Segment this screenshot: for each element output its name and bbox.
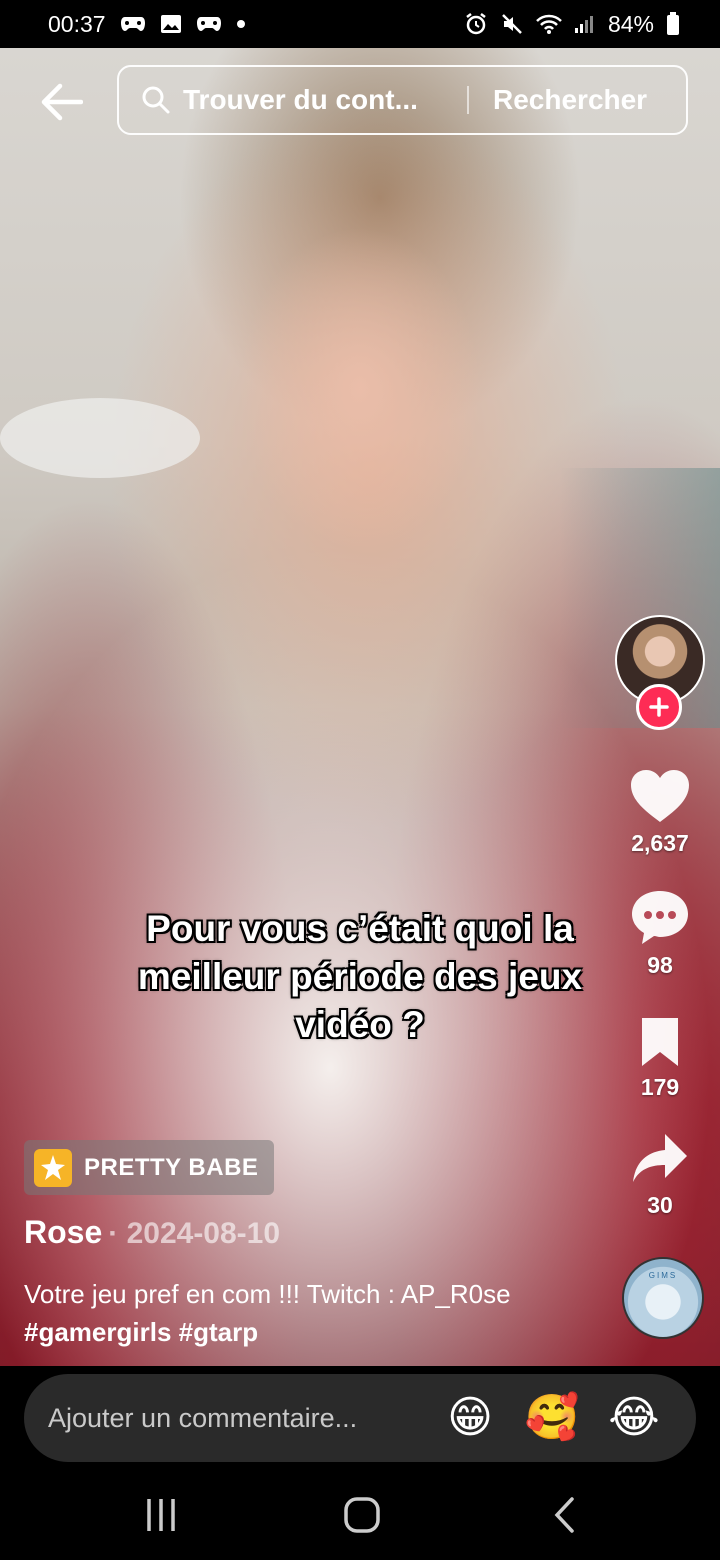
share-button[interactable]: 30 xyxy=(610,1130,710,1219)
chevron-left-icon xyxy=(554,1497,574,1533)
image-icon xyxy=(160,14,182,34)
tears-of-joy-emoji-button[interactable]: 😂 xyxy=(604,1396,664,1440)
mute-icon xyxy=(500,12,524,36)
comment-input[interactable]: Ajouter un commentaire... xyxy=(48,1403,418,1434)
music-disc-label: GIMS xyxy=(648,1271,678,1280)
recent-apps-button[interactable] xyxy=(131,1492,191,1538)
status-bar: 00:37 84% xyxy=(0,0,720,48)
save-button[interactable]: 179 xyxy=(610,1016,710,1101)
home-button[interactable] xyxy=(332,1492,392,1538)
effect-label: PRETTY BABE xyxy=(84,1153,259,1181)
comment-button[interactable]: 98 xyxy=(610,888,710,979)
signal-icon xyxy=(574,14,596,34)
heart-icon xyxy=(631,770,689,822)
hashtag[interactable]: #gtarp xyxy=(179,1317,258,1347)
bookmark-icon xyxy=(642,1018,678,1066)
video-caption: Pour vous c’était quoi la meilleur pério… xyxy=(137,908,583,1045)
video-description: Votre jeu pref en com !!! Twitch : AP_R0… xyxy=(24,1275,584,1351)
status-time: 00:37 xyxy=(48,10,106,37)
follow-button[interactable] xyxy=(636,684,682,730)
dot-icon xyxy=(236,19,246,29)
plus-icon xyxy=(649,697,669,717)
sparkle-icon xyxy=(34,1148,72,1187)
hashtag[interactable]: #gamergirls xyxy=(24,1317,171,1347)
like-count: 2,637 xyxy=(631,830,689,856)
save-count: 179 xyxy=(640,1074,680,1100)
back-nav-button[interactable] xyxy=(534,1492,594,1538)
comment-input-bar[interactable]: Ajouter un commentaire... 😁 🥰 😂 xyxy=(24,1374,696,1462)
search-bar[interactable]: Trouver du cont... Rechercher xyxy=(117,65,688,135)
background-table xyxy=(0,398,200,478)
share-count: 30 xyxy=(647,1192,673,1218)
battery-icon xyxy=(666,12,680,36)
wifi-icon xyxy=(536,13,562,35)
music-disc[interactable]: GIMS xyxy=(622,1257,704,1339)
grinning-emoji-button[interactable]: 😁 xyxy=(440,1396,500,1440)
search-divider xyxy=(467,86,469,114)
back-arrow-icon xyxy=(41,83,83,121)
game-controller-icon xyxy=(196,15,222,33)
battery-percent: 84% xyxy=(607,10,654,37)
game-controller-icon xyxy=(120,15,146,33)
search-icon xyxy=(142,86,170,114)
comment-count: 98 xyxy=(647,952,673,978)
like-button[interactable]: 2,637 xyxy=(610,768,710,857)
smiling-hearts-emoji-button[interactable]: 🥰 xyxy=(522,1396,582,1440)
author-line: Rose · 2024-08-10 xyxy=(24,1214,280,1251)
home-icon xyxy=(344,1497,380,1533)
comment-bubble-icon xyxy=(632,891,688,944)
back-button[interactable] xyxy=(36,76,88,128)
post-date: · 2024-08-10 xyxy=(108,1217,281,1250)
share-arrow-icon xyxy=(633,1134,687,1182)
description-text: Votre jeu pref en com !!! Twitch : AP_R0… xyxy=(24,1279,511,1309)
search-input[interactable]: Trouver du cont... xyxy=(183,84,443,116)
effect-tag[interactable]: PRETTY BABE xyxy=(24,1140,275,1195)
author-name[interactable]: Rose xyxy=(24,1214,102,1251)
alarm-icon xyxy=(464,12,488,36)
search-button[interactable]: Rechercher xyxy=(493,84,647,116)
recent-apps-icon xyxy=(147,1499,175,1531)
system-nav-bar xyxy=(0,1470,720,1560)
